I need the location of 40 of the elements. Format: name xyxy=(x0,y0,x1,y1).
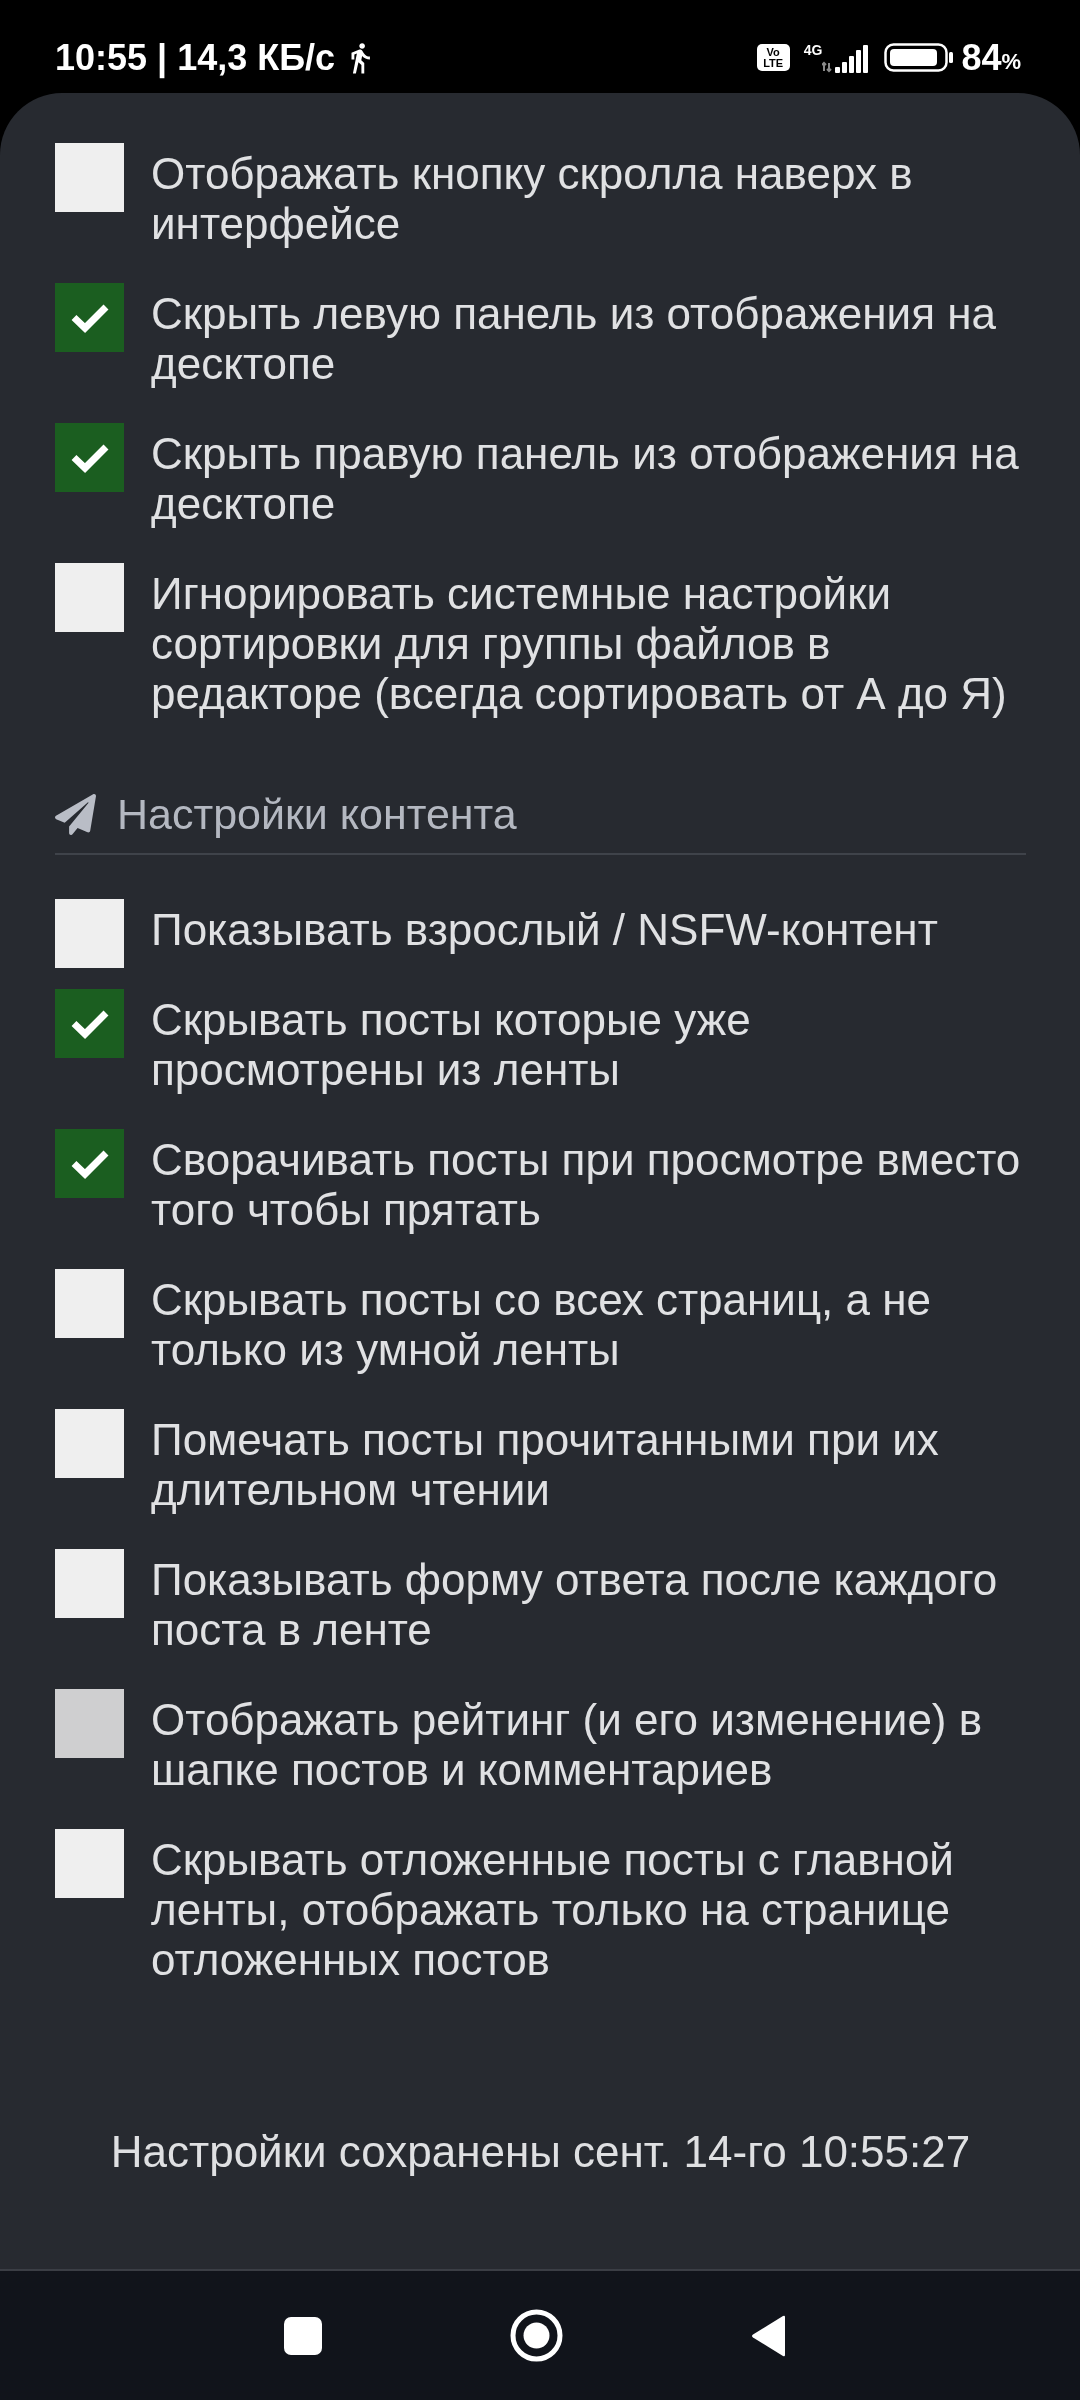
checkmark-icon xyxy=(69,1148,110,1179)
checkbox[interactable] xyxy=(55,1689,124,1758)
option-label[interactable]: Скрывать посты со всех страниц, а не только из умной ленты xyxy=(151,1275,1026,1375)
checkbox[interactable] xyxy=(55,1409,124,1478)
option-label[interactable]: Скрыть правую панель из отображения на десктопе xyxy=(151,429,1026,529)
option-label[interactable]: Помечать посты прочитанными при их длительном чтении xyxy=(151,1415,1026,1515)
option-label[interactable]: Показывать взрослый / NSFW-контент xyxy=(151,905,938,955)
checkbox[interactable] xyxy=(55,1269,124,1338)
option-label[interactable]: Сворачивать посты при просмотре вместо того чтобы прятать xyxy=(151,1135,1026,1235)
checkmark-icon xyxy=(69,302,110,333)
checkbox[interactable] xyxy=(55,1129,124,1198)
checkbox[interactable] xyxy=(55,563,124,632)
section-title: Настройки контента xyxy=(117,789,517,839)
battery-percent: 84 xyxy=(961,39,1002,76)
checkbox[interactable] xyxy=(55,423,124,492)
network-type-label: 4G xyxy=(803,42,823,57)
home-icon[interactable] xyxy=(510,2309,563,2362)
saved-status-text: Настройки сохранены сент. 14-го 10:55:27 xyxy=(109,2127,972,2177)
option-label[interactable]: Игнорировать системные настройки сортировки для группы файлов в редакторе (всегда сортировать от А до Я) xyxy=(151,569,1026,719)
option-label[interactable]: Отображать кнопку скролла наверх в интерфейсе xyxy=(151,149,1026,249)
option-label[interactable]: Отображать рейтинг (и его изменение) в шапке постов и комментариев xyxy=(151,1695,1026,1795)
option-label[interactable]: Скрывать отложенные посты с главной ленты, отображать только на странице отложенных постов xyxy=(151,1835,1026,1985)
checkbox[interactable] xyxy=(55,1829,124,1898)
recents-icon[interactable] xyxy=(284,2316,322,2355)
checkmark-icon xyxy=(69,442,110,473)
battery-icon xyxy=(884,43,954,72)
signal-icon xyxy=(822,44,871,73)
option-label[interactable]: Показывать форму ответа после каждого поста в ленте xyxy=(151,1555,1026,1655)
checkbox[interactable] xyxy=(55,899,124,968)
checkbox[interactable] xyxy=(55,283,124,352)
back-icon[interactable] xyxy=(751,2314,787,2357)
checkbox[interactable] xyxy=(55,1549,124,1618)
volte-badge: Vo LTE xyxy=(756,44,790,71)
checkmark-icon xyxy=(69,1008,110,1039)
option-label[interactable]: Скрывать посты которые уже просмотрены из ленты xyxy=(151,995,1026,1095)
option-label[interactable]: Скрыть левую панель из отображения на десктопе xyxy=(151,289,1026,389)
checkbox[interactable] xyxy=(55,989,124,1058)
checkbox[interactable] xyxy=(55,143,124,212)
battery-unit: % xyxy=(1001,50,1021,73)
paper-plane-icon xyxy=(55,793,96,835)
